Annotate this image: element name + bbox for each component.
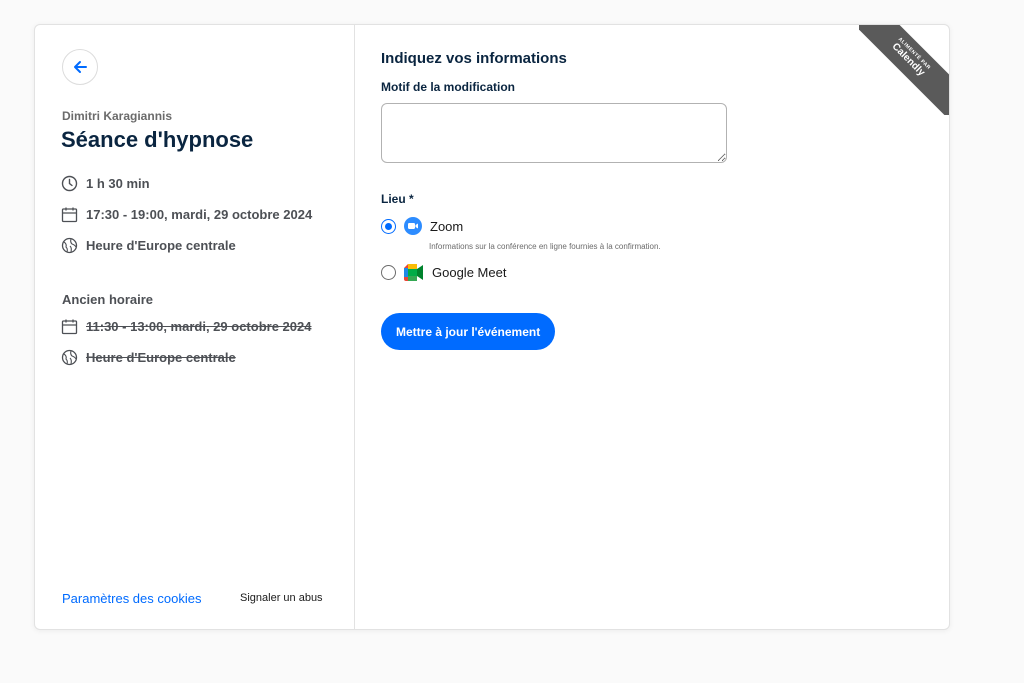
globe-icon: [61, 237, 78, 254]
old-schedule-label: Ancien horaire: [62, 292, 154, 307]
reason-label: Motif de la modification: [381, 80, 515, 94]
location-option-google-meet[interactable]: Google Meet: [381, 264, 506, 281]
globe-icon: [61, 349, 78, 366]
timezone-text: Heure d'Europe centrale: [86, 238, 236, 253]
google-meet-radio[interactable]: [381, 265, 396, 280]
duration-row: 1 h 30 min: [61, 175, 150, 192]
update-event-button[interactable]: Mettre à jour l'événement: [381, 313, 556, 350]
old-datetime-text: 11:30 - 13:00, mardi, 29 octobre 2024: [86, 319, 312, 334]
form-heading: Indiquez vos informations: [381, 50, 567, 67]
google-meet-icon: [404, 264, 423, 281]
booking-card: Dimitri Karagiannis Séance d'hypnose 1 h…: [34, 24, 950, 630]
calendly-badge[interactable]: ALIMENTÉ PAR Calendly: [859, 25, 949, 115]
clock-icon: [61, 175, 78, 192]
form-panel: Indiquez vos informations Motif de la mo…: [381, 25, 949, 629]
zoom-hint: Informations sur la conférence en ligne …: [429, 242, 661, 251]
duration-text: 1 h 30 min: [86, 176, 150, 191]
arrow-left-icon: [74, 61, 87, 73]
datetime-text: 17:30 - 19:00, mardi, 29 octobre 2024: [86, 207, 313, 222]
back-button[interactable]: [62, 49, 98, 85]
report-abuse-link[interactable]: Signaler un abus: [240, 592, 323, 604]
timezone-row: Heure d'Europe centrale: [61, 237, 236, 254]
cookie-settings-link[interactable]: Paramètres des cookies: [62, 591, 201, 606]
old-datetime-row: 11:30 - 13:00, mardi, 29 octobre 2024: [61, 318, 311, 335]
zoom-icon: [404, 217, 422, 235]
host-name: Dimitri Karagiannis: [62, 109, 173, 123]
calendar-icon: [61, 319, 78, 335]
location-option-zoom[interactable]: Zoom: [381, 217, 463, 235]
reason-textarea[interactable]: [381, 103, 727, 163]
event-title: Séance d'hypnose: [61, 127, 254, 152]
zoom-radio[interactable]: [381, 218, 396, 234]
old-timezone-text: Heure d'Europe centrale: [86, 350, 236, 365]
old-timezone-row: Heure d'Europe centrale: [61, 349, 236, 366]
zoom-label: Zoom: [430, 218, 464, 234]
datetime-row: 17:30 - 19:00, mardi, 29 octobre 2024: [61, 206, 312, 223]
event-details-panel: Dimitri Karagiannis Séance d'hypnose 1 h…: [35, 25, 355, 629]
calendar-icon: [61, 207, 78, 223]
powered-by-ribbon[interactable]: ALIMENTÉ PAR Calendly: [859, 25, 949, 115]
location-label: Lieu *: [381, 192, 414, 206]
google-meet-label: Google Meet: [432, 265, 507, 280]
